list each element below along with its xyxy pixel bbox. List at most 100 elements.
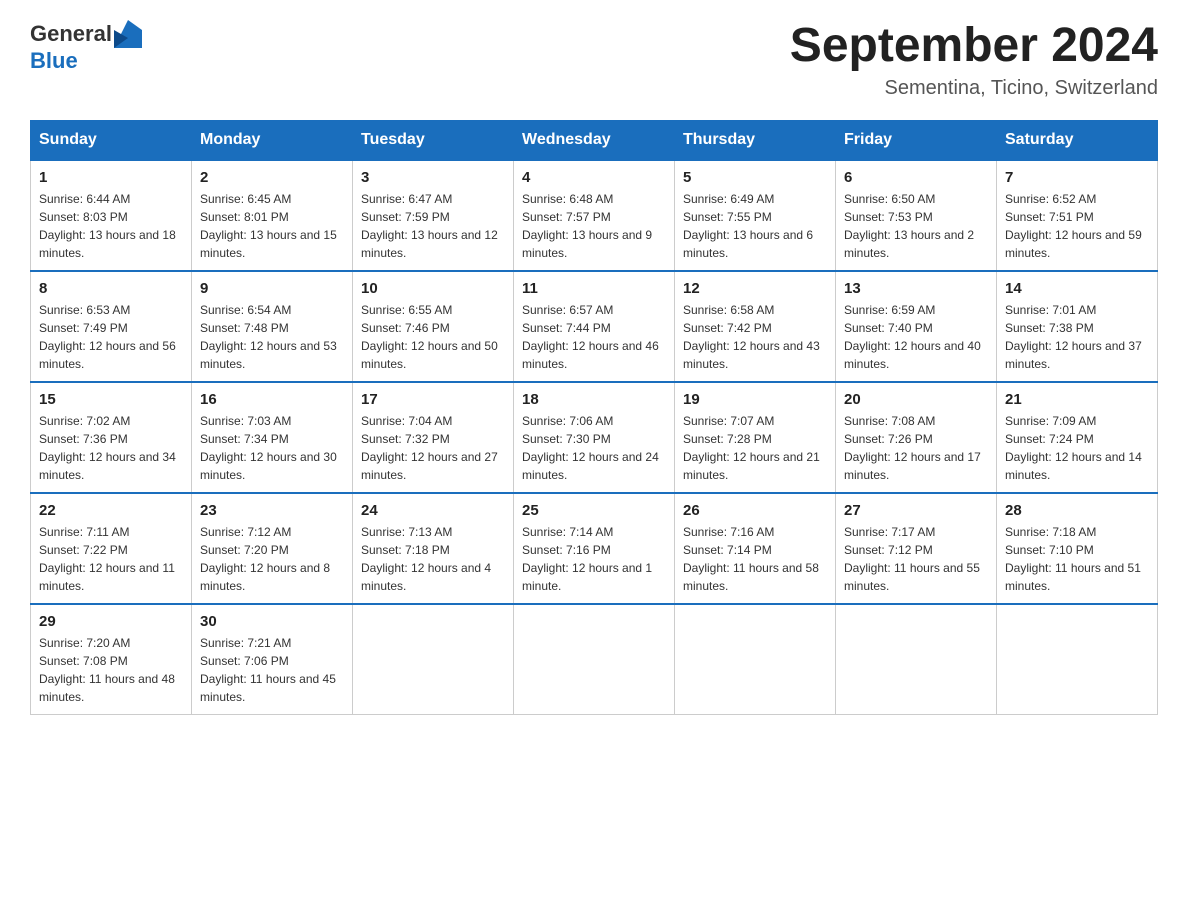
day-info: Sunrise: 7:14 AMSunset: 7:16 PMDaylight:… [522, 523, 666, 595]
day-info: Sunrise: 7:21 AMSunset: 7:06 PMDaylight:… [200, 634, 344, 706]
calendar-cell [675, 604, 836, 715]
day-number: 7 [1005, 169, 1149, 186]
day-info: Sunrise: 7:13 AMSunset: 7:18 PMDaylight:… [361, 523, 505, 595]
calendar-cell: 17Sunrise: 7:04 AMSunset: 7:32 PMDayligh… [353, 382, 514, 493]
day-number: 25 [522, 502, 666, 519]
calendar-cell: 13 Sunrise: 6:59 AMSunset: 7:40 PMDayligh… [836, 271, 997, 382]
calendar-cell [353, 604, 514, 715]
day-number: 12 [683, 280, 827, 297]
calendar-cell: 22 Sunrise: 7:11 AMSunset: 7:22 PMDayligh… [31, 493, 192, 604]
day-number: 23 [200, 502, 344, 519]
day-info: Sunrise: 7:06 AMSunset: 7:30 PMDaylight:… [522, 412, 666, 484]
logo-text-blue: Blue [30, 48, 78, 74]
day-info: Sunrise: 6:58 AMSunset: 7:42 PMDaylight:… [683, 301, 827, 373]
week-row: 15 Sunrise: 7:02 AMSunset: 7:36 PMDayligh… [31, 382, 1158, 493]
calendar-cell: 10Sunrise: 6:55 AMSunset: 7:46 PMDayligh… [353, 271, 514, 382]
day-info: Sunrise: 6:44 AMSunset: 8:03 PMDaylight:… [39, 190, 183, 262]
title-area: September 2024 Sementina, Ticino, Switze… [790, 20, 1158, 100]
day-number: 5 [683, 169, 827, 186]
day-info: Sunrise: 6:59 AMSunset: 7:40 PMDaylight:… [844, 301, 988, 373]
day-number: 1 [39, 169, 183, 186]
day-info: Sunrise: 7:02 AMSunset: 7:36 PMDaylight:… [39, 412, 183, 484]
weekday-header-wednesday: Wednesday [514, 120, 675, 160]
day-number: 27 [844, 502, 988, 519]
calendar-cell [514, 604, 675, 715]
calendar-table: SundayMondayTuesdayWednesdayThursdayFrid… [30, 120, 1158, 715]
calendar-cell: 7 Sunrise: 6:52 AMSunset: 7:51 PMDaylight… [997, 160, 1158, 271]
weekday-header-monday: Monday [192, 120, 353, 160]
day-info: Sunrise: 7:08 AMSunset: 7:26 PMDaylight:… [844, 412, 988, 484]
calendar-cell: 28 Sunrise: 7:18 AMSunset: 7:10 PMDayligh… [997, 493, 1158, 604]
calendar-cell: 1 Sunrise: 6:44 AMSunset: 8:03 PMDaylight… [31, 160, 192, 271]
calendar-cell: 14 Sunrise: 7:01 AMSunset: 7:38 PMDayligh… [997, 271, 1158, 382]
day-number: 13 [844, 280, 988, 297]
weekday-header-sunday: Sunday [31, 120, 192, 160]
day-info: Sunrise: 6:52 AMSunset: 7:51 PMDaylight:… [1005, 190, 1149, 262]
calendar-cell: 9Sunrise: 6:54 AMSunset: 7:48 PMDaylight… [192, 271, 353, 382]
calendar-cell: 24 Sunrise: 7:13 AMSunset: 7:18 PMDayligh… [353, 493, 514, 604]
calendar-cell: 2Sunrise: 6:45 AMSunset: 8:01 PMDaylight… [192, 160, 353, 271]
day-number: 14 [1005, 280, 1149, 297]
calendar-cell: 4Sunrise: 6:48 AMSunset: 7:57 PMDaylight… [514, 160, 675, 271]
day-info: Sunrise: 7:03 AMSunset: 7:34 PMDaylight:… [200, 412, 344, 484]
day-number: 28 [1005, 502, 1149, 519]
calendar-cell: 15 Sunrise: 7:02 AMSunset: 7:36 PMDayligh… [31, 382, 192, 493]
calendar-cell: 29Sunrise: 7:20 AMSunset: 7:08 PMDayligh… [31, 604, 192, 715]
location-subtitle: Sementina, Ticino, Switzerland [790, 77, 1158, 100]
logo-text-general: General [30, 21, 112, 47]
calendar-cell: 30 Sunrise: 7:21 AMSunset: 7:06 PMDayligh… [192, 604, 353, 715]
day-number: 30 [200, 613, 344, 630]
logo-icon [114, 20, 142, 48]
day-info: Sunrise: 6:57 AMSunset: 7:44 PMDaylight:… [522, 301, 666, 373]
calendar-cell: 6 Sunrise: 6:50 AMSunset: 7:53 PMDaylight… [836, 160, 997, 271]
calendar-cell: 19 Sunrise: 7:07 AMSunset: 7:28 PMDayligh… [675, 382, 836, 493]
day-number: 19 [683, 391, 827, 408]
day-number: 24 [361, 502, 505, 519]
day-info: Sunrise: 6:54 AMSunset: 7:48 PMDaylight:… [200, 301, 344, 373]
calendar-cell: 11 Sunrise: 6:57 AMSunset: 7:44 PMDayligh… [514, 271, 675, 382]
calendar-cell: 25 Sunrise: 7:14 AMSunset: 7:16 PMDayligh… [514, 493, 675, 604]
day-number: 18 [522, 391, 666, 408]
day-info: Sunrise: 6:55 AMSunset: 7:46 PMDaylight:… [361, 301, 505, 373]
day-number: 11 [522, 280, 666, 297]
day-info: Sunrise: 6:53 AMSunset: 7:49 PMDaylight:… [39, 301, 183, 373]
day-number: 15 [39, 391, 183, 408]
calendar-cell: 18 Sunrise: 7:06 AMSunset: 7:30 PMDayligh… [514, 382, 675, 493]
week-row: 29Sunrise: 7:20 AMSunset: 7:08 PMDayligh… [31, 604, 1158, 715]
day-info: Sunrise: 7:16 AMSunset: 7:14 PMDaylight:… [683, 523, 827, 595]
calendar-cell: 23Sunrise: 7:12 AMSunset: 7:20 PMDayligh… [192, 493, 353, 604]
day-info: Sunrise: 7:09 AMSunset: 7:24 PMDaylight:… [1005, 412, 1149, 484]
day-number: 20 [844, 391, 988, 408]
day-info: Sunrise: 7:11 AMSunset: 7:22 PMDaylight:… [39, 523, 183, 595]
calendar-cell: 8Sunrise: 6:53 AMSunset: 7:49 PMDaylight… [31, 271, 192, 382]
day-info: Sunrise: 7:01 AMSunset: 7:38 PMDaylight:… [1005, 301, 1149, 373]
day-number: 6 [844, 169, 988, 186]
calendar-cell: 12 Sunrise: 6:58 AMSunset: 7:42 PMDayligh… [675, 271, 836, 382]
day-number: 21 [1005, 391, 1149, 408]
day-info: Sunrise: 7:18 AMSunset: 7:10 PMDaylight:… [1005, 523, 1149, 595]
calendar-cell: 27Sunrise: 7:17 AMSunset: 7:12 PMDayligh… [836, 493, 997, 604]
calendar-cell: 16Sunrise: 7:03 AMSunset: 7:34 PMDayligh… [192, 382, 353, 493]
day-number: 22 [39, 502, 183, 519]
logo: General Blue [30, 20, 142, 74]
day-number: 3 [361, 169, 505, 186]
week-row: 8Sunrise: 6:53 AMSunset: 7:49 PMDaylight… [31, 271, 1158, 382]
week-row: 1 Sunrise: 6:44 AMSunset: 8:03 PMDaylight… [31, 160, 1158, 271]
day-number: 17 [361, 391, 505, 408]
calendar-cell: 26Sunrise: 7:16 AMSunset: 7:14 PMDayligh… [675, 493, 836, 604]
day-info: Sunrise: 7:20 AMSunset: 7:08 PMDaylight:… [39, 634, 183, 706]
calendar-cell: 5 Sunrise: 6:49 AMSunset: 7:55 PMDaylight… [675, 160, 836, 271]
weekday-header-tuesday: Tuesday [353, 120, 514, 160]
day-info: Sunrise: 7:07 AMSunset: 7:28 PMDaylight:… [683, 412, 827, 484]
day-info: Sunrise: 6:50 AMSunset: 7:53 PMDaylight:… [844, 190, 988, 262]
day-info: Sunrise: 6:49 AMSunset: 7:55 PMDaylight:… [683, 190, 827, 262]
calendar-cell: 20 Sunrise: 7:08 AMSunset: 7:26 PMDayligh… [836, 382, 997, 493]
weekday-header-friday: Friday [836, 120, 997, 160]
day-info: Sunrise: 6:47 AMSunset: 7:59 PMDaylight:… [361, 190, 505, 262]
page-header: General Blue September 2024 Sementina, T… [30, 20, 1158, 100]
day-number: 4 [522, 169, 666, 186]
day-number: 2 [200, 169, 344, 186]
week-row: 22 Sunrise: 7:11 AMSunset: 7:22 PMDayligh… [31, 493, 1158, 604]
calendar-cell: 21 Sunrise: 7:09 AMSunset: 7:24 PMDayligh… [997, 382, 1158, 493]
weekday-header-saturday: Saturday [997, 120, 1158, 160]
